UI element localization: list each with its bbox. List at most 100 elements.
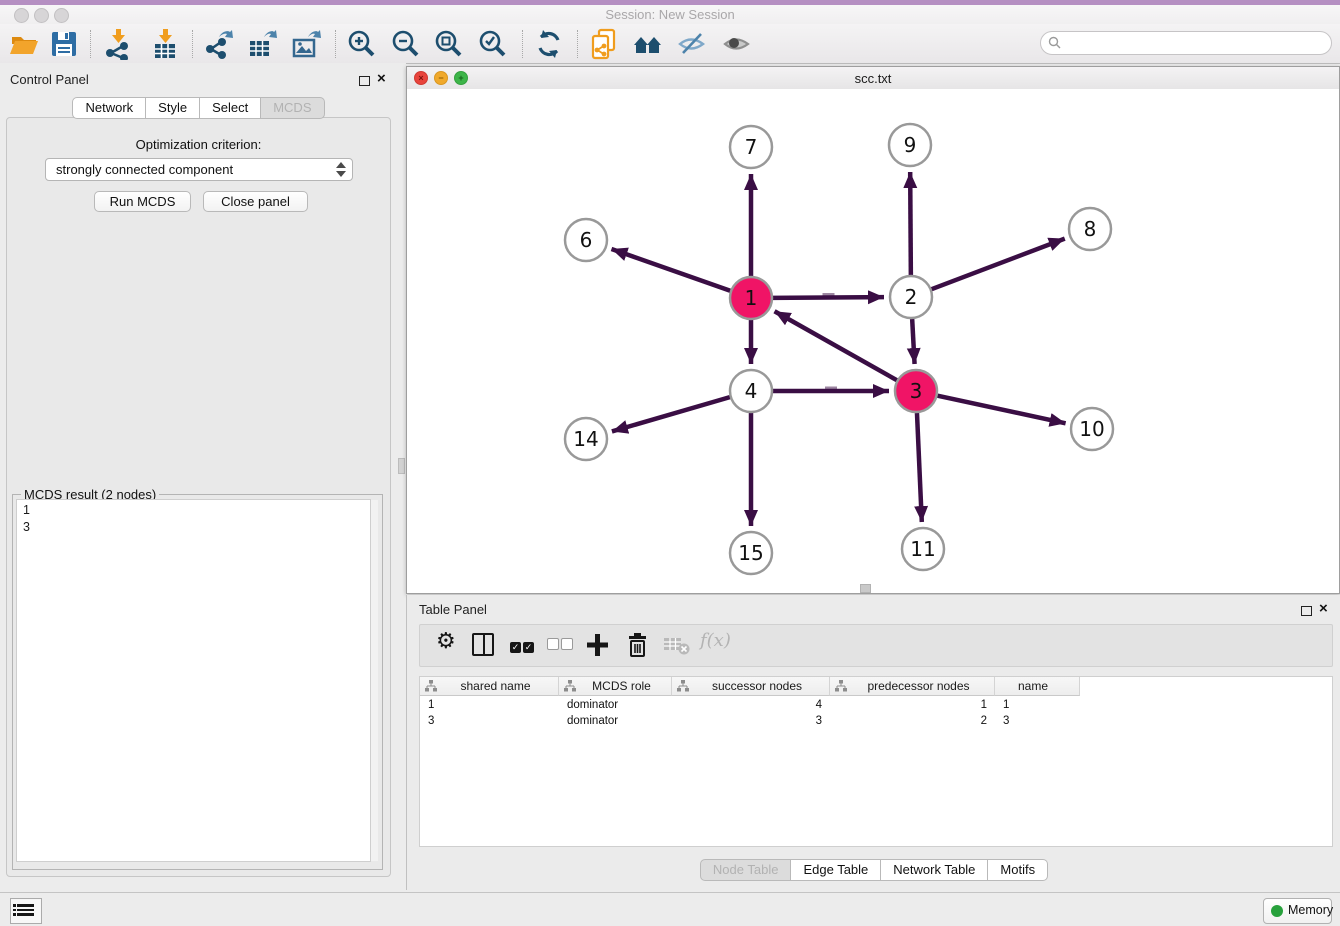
float-panel-icon[interactable] — [359, 74, 370, 89]
float-table-panel-icon[interactable] — [1301, 604, 1312, 619]
table-cell[interactable]: dominator — [559, 713, 672, 729]
column-header-label: successor nodes — [693, 679, 829, 693]
edge-2-8[interactable] — [932, 239, 1065, 290]
edge-3-10[interactable] — [938, 396, 1066, 424]
edge-2-3[interactable] — [912, 319, 914, 364]
copy-network-icon[interactable] — [589, 28, 621, 60]
canvas-hscroll-thumb[interactable] — [860, 584, 871, 593]
tab-network[interactable]: Network — [72, 97, 146, 119]
select-all-icon[interactable]: ✓✓ — [510, 638, 534, 653]
node-label: 8 — [1084, 217, 1097, 241]
memory-label: Memory — [1288, 903, 1333, 917]
status-bar: Memory — [0, 892, 1340, 926]
table-cell[interactable]: 3 — [420, 713, 559, 729]
window-title: Session: New Session — [0, 7, 1340, 22]
column-header-MCDS-role[interactable]: MCDS role — [559, 677, 672, 696]
search-input[interactable] — [1067, 33, 1326, 53]
table-cell[interactable]: dominator — [559, 697, 672, 713]
table-tabs: Node TableEdge TableNetwork TableMotifs — [407, 859, 1340, 881]
first-neighbors-icon[interactable] — [632, 28, 664, 60]
table-panel: Table Panel × ⚙ ✓✓ f(x) shared nameMCDS … — [406, 595, 1340, 890]
column-header-shared-name[interactable]: shared name — [420, 677, 559, 696]
edge-4-14[interactable] — [612, 397, 730, 431]
edge-3-1[interactable] — [775, 311, 897, 380]
column-header-successor-nodes[interactable]: successor nodes — [672, 677, 830, 696]
table-cell[interactable]: 3 — [672, 713, 830, 729]
import-table-icon[interactable] — [149, 28, 181, 60]
network-canvas[interactable]: 7968124314101511 — [407, 89, 1339, 592]
column-type-icon — [835, 680, 847, 692]
edge-label-mark — [825, 387, 837, 390]
table-cell[interactable]: 1 — [830, 697, 995, 713]
export-image-icon[interactable] — [290, 28, 322, 60]
edge-2-9[interactable] — [910, 172, 911, 275]
tab-style[interactable]: Style — [146, 97, 200, 119]
dropdown-stepper-icon — [334, 161, 348, 178]
search-field — [1040, 31, 1332, 55]
mcds-result-text[interactable]: 13 — [16, 499, 371, 862]
import-network-icon[interactable] — [102, 28, 134, 60]
close-panel-button[interactable]: Close panel — [203, 191, 308, 212]
close-table-panel-icon[interactable]: × — [1319, 604, 1328, 614]
gear-icon[interactable]: ⚙ — [436, 629, 456, 653]
hide-selected-icon[interactable] — [676, 28, 708, 60]
show-all-icon[interactable] — [721, 28, 753, 60]
run-mcds-button[interactable]: Run MCDS — [94, 191, 191, 212]
network-window-titlebar: × − + scc.txt — [407, 67, 1339, 90]
add-column-icon[interactable] — [585, 632, 609, 661]
edge-1-6[interactable] — [611, 249, 730, 291]
network-graph[interactable]: 7968124314101511 — [407, 89, 1339, 592]
zoom-selected-icon[interactable] — [477, 28, 509, 60]
tab-motifs[interactable]: Motifs — [988, 859, 1048, 881]
table-cell[interactable]: 1 — [420, 697, 559, 713]
zoom-fit-icon[interactable] — [433, 28, 465, 60]
column-type-icon — [677, 680, 689, 692]
task-history-button[interactable] — [10, 898, 42, 924]
tab-select[interactable]: Select — [200, 97, 261, 119]
column-header-name[interactable]: name — [995, 677, 1080, 696]
node-table[interactable]: shared nameMCDS role successor nodesprede… — [419, 676, 1333, 847]
panel-splitter[interactable] — [397, 63, 406, 892]
deselect-all-icon[interactable] — [547, 638, 573, 653]
dropdown-value: strongly connected component — [56, 162, 233, 177]
control-panel-tabs: NetworkStyleSelectMCDS — [0, 97, 397, 119]
mcds-result-scrollbar[interactable] — [371, 500, 378, 861]
export-table-icon[interactable] — [246, 28, 278, 60]
tab-mcds[interactable]: MCDS — [261, 97, 324, 119]
optimization-criterion-label: Optimization criterion: — [0, 137, 397, 152]
refresh-icon[interactable] — [533, 28, 565, 60]
split-columns-icon[interactable] — [472, 633, 494, 656]
memory-button[interactable]: Memory — [1263, 898, 1332, 924]
zoom-in-icon[interactable] — [346, 28, 378, 60]
close-panel-icon[interactable]: × — [377, 74, 386, 84]
tab-network-table[interactable]: Network Table — [881, 859, 988, 881]
list-icon — [17, 904, 34, 918]
delete-column-icon[interactable] — [625, 631, 649, 662]
zoom-out-icon[interactable] — [390, 28, 422, 60]
open-session-icon[interactable] — [8, 28, 40, 60]
table-header-row: shared nameMCDS role successor nodesprede… — [420, 677, 1080, 696]
splitter-grip[interactable] — [398, 458, 405, 474]
column-header-predecessor-nodes[interactable]: predecessor nodes — [830, 677, 995, 696]
network-window-title: scc.txt — [407, 71, 1339, 86]
memory-status-icon — [1271, 905, 1283, 917]
delete-table-icon — [663, 636, 691, 659]
edge-3-11[interactable] — [917, 413, 922, 522]
export-network-icon[interactable] — [203, 28, 235, 60]
table-cell[interactable]: 2 — [830, 713, 995, 729]
table-panel-title: Table Panel — [419, 602, 487, 617]
optimization-criterion-dropdown[interactable]: strongly connected component — [45, 158, 353, 181]
search-icon — [1048, 36, 1062, 50]
edge-label-mark — [823, 293, 835, 296]
table-cell[interactable]: 3 — [995, 713, 1080, 729]
node-label: 9 — [904, 133, 917, 157]
tab-edge-table[interactable]: Edge Table — [791, 859, 881, 881]
save-session-icon[interactable] — [48, 28, 80, 60]
table-cell[interactable]: 1 — [995, 697, 1080, 713]
table-row[interactable]: 3dominator323 — [420, 713, 1080, 729]
node-label: 14 — [573, 427, 598, 451]
table-cell[interactable]: 4 — [672, 697, 830, 713]
tab-node-table[interactable]: Node Table — [700, 859, 792, 881]
edge-1-2[interactable] — [773, 297, 884, 298]
table-row[interactable]: 1dominator411 — [420, 697, 1080, 713]
